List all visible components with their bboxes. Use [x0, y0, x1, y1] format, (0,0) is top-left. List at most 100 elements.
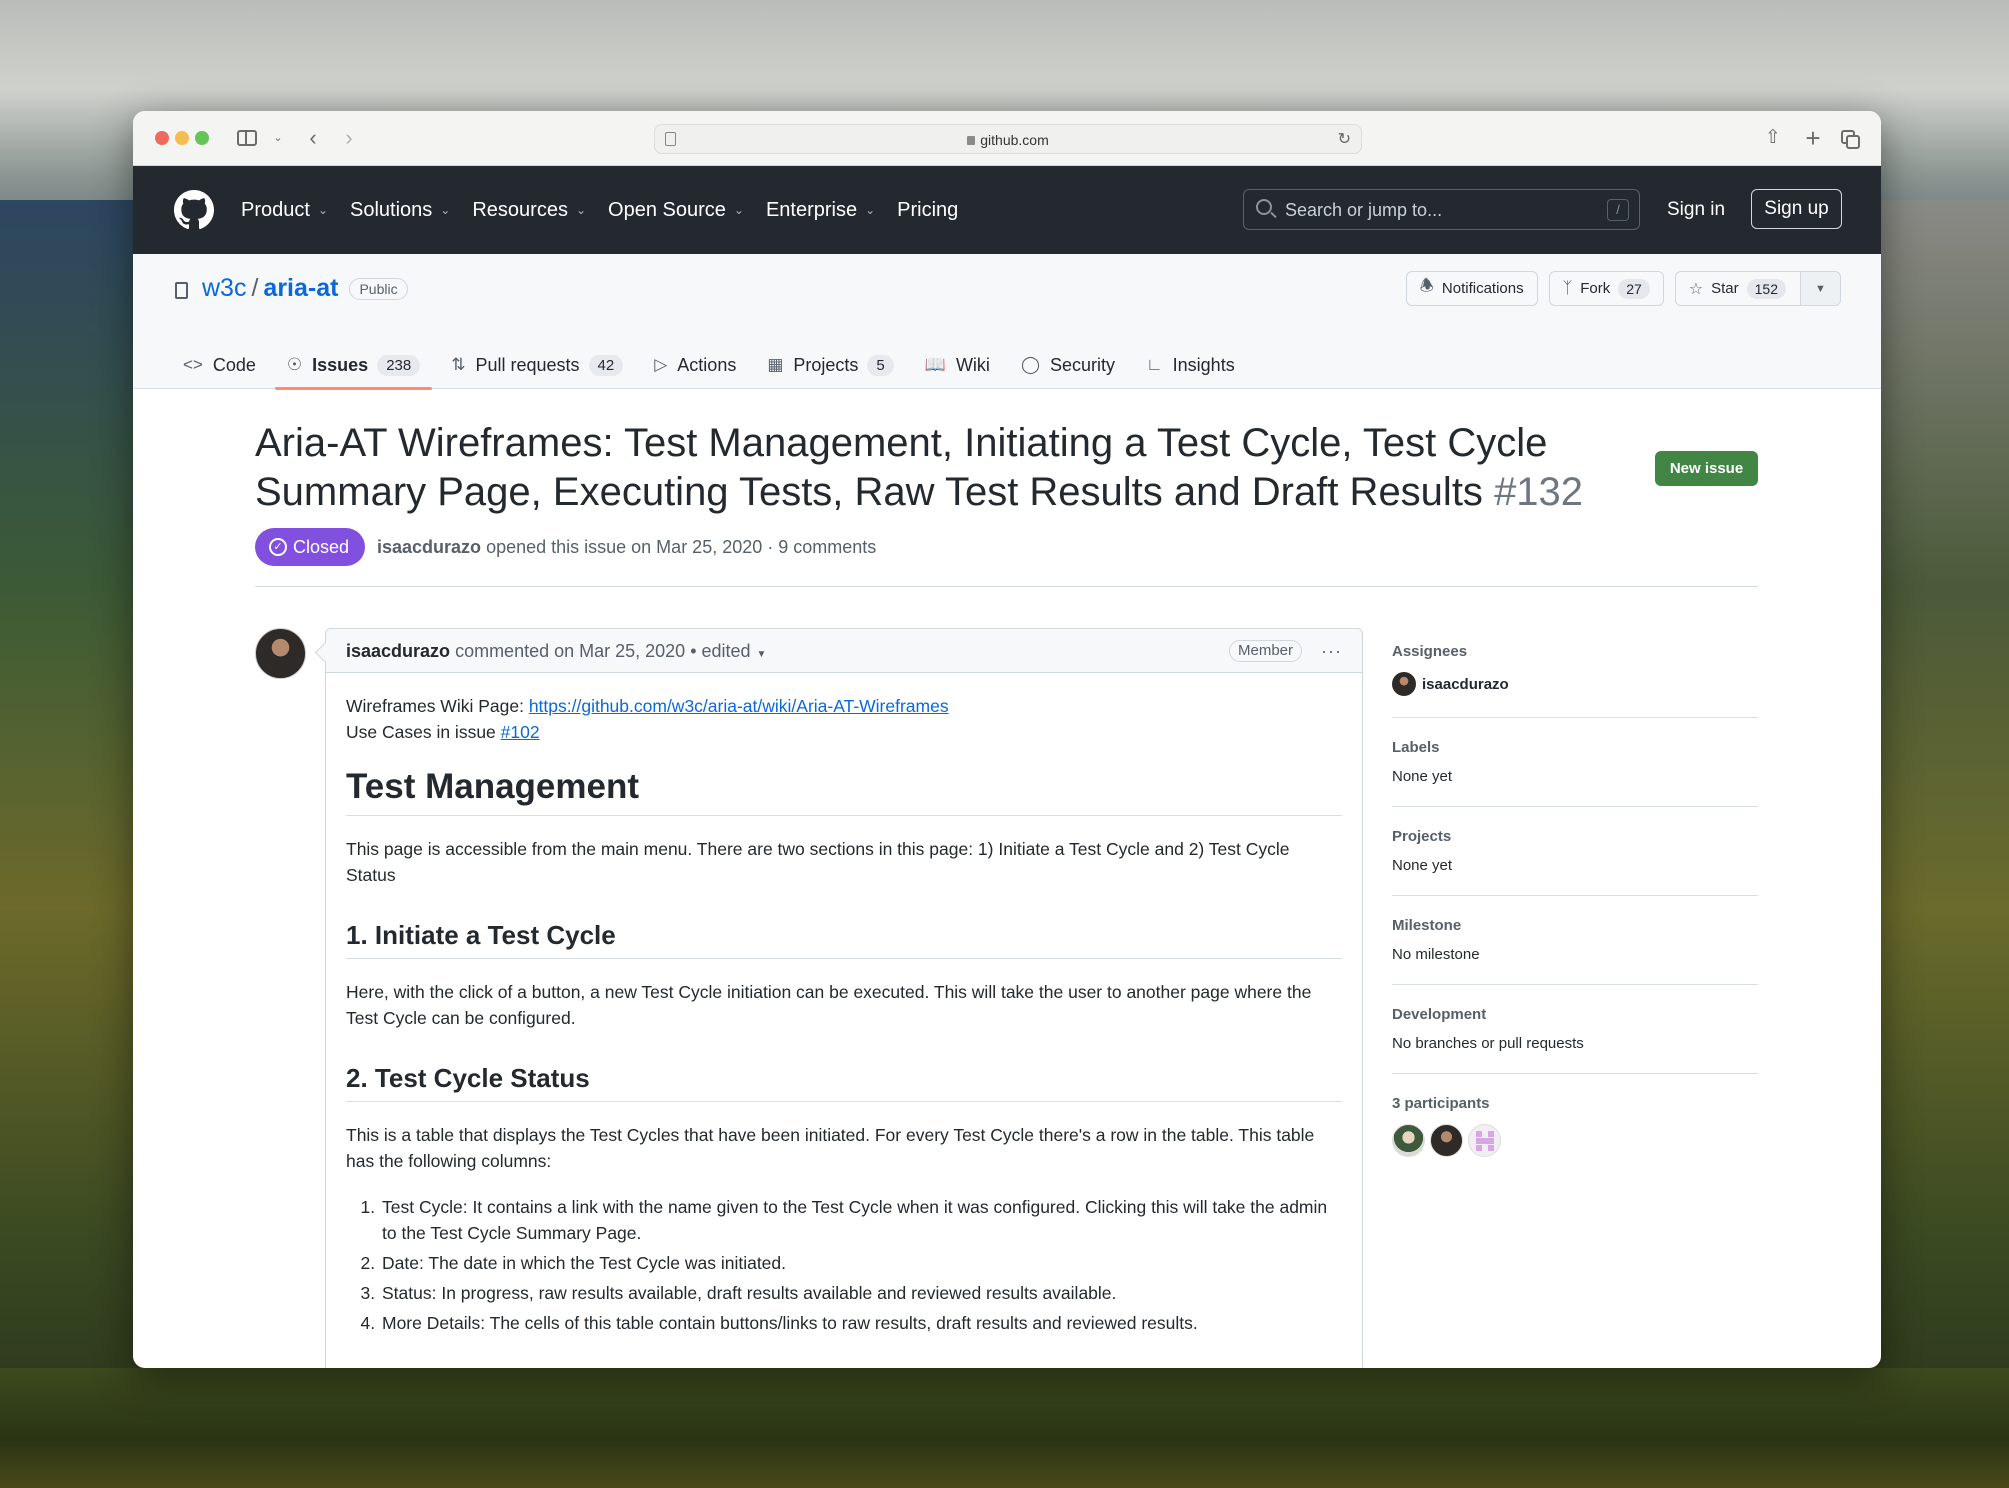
desktop-wallpaper-right	[1881, 200, 2009, 1488]
avatar[interactable]	[255, 628, 306, 679]
nav-label: Resources	[472, 198, 568, 221]
wiki-link[interactable]: https://github.com/w3c/aria-at/wiki/Aria…	[529, 696, 949, 716]
subsection-heading: 2. Test Cycle Status	[346, 1061, 1342, 1102]
projects-label: Projects	[1392, 828, 1452, 845]
new-tab-icon[interactable]: +	[1802, 125, 1824, 151]
tab-projects[interactable]: ▦ Projects 5	[755, 341, 905, 389]
tab-code[interactable]: <> Code	[171, 341, 268, 389]
list-item: More Details: The cells of this table co…	[380, 1310, 1342, 1336]
list-item: Date: The date in which the Test Cycle w…	[380, 1250, 1342, 1276]
search-shortcut-key: /	[1607, 199, 1629, 221]
tab-wiki[interactable]: 📖 Wiki	[913, 341, 1002, 389]
reload-icon[interactable]: ↻	[1338, 129, 1351, 149]
list-item: Test Cycle: It contains a link with the …	[380, 1194, 1342, 1246]
issue-sidebar: Assignees isaacdurazo Labels None yet Pr…	[1392, 643, 1758, 1199]
fork-button[interactable]: ᛉ Fork 27	[1548, 271, 1664, 306]
address-bar[interactable]: github.com ↻	[654, 124, 1362, 154]
chevron-down-icon: ⌄	[317, 203, 328, 217]
graph-icon: ∟	[1146, 355, 1163, 374]
nav-open-source[interactable]: Open Source ⌄	[608, 199, 744, 222]
tab-pull-requests[interactable]: ⇅ Pull requests 42	[439, 341, 635, 389]
avatar[interactable]	[1392, 1124, 1425, 1157]
assignees-label: Assignees	[1392, 643, 1468, 660]
tab-label: Pull requests	[475, 354, 580, 375]
tab-issues[interactable]: ☉ Issues 238	[274, 341, 433, 390]
paragraph: Here, with the click of a button, a new …	[346, 982, 1312, 1028]
issue-title: Aria-AT Wireframes: Test Management, Ini…	[255, 419, 1685, 517]
assignee[interactable]: isaacdurazo	[1392, 672, 1758, 696]
tab-count: 238	[377, 354, 421, 376]
forward-icon[interactable]: ›	[339, 125, 359, 151]
nav-label: Solutions	[350, 198, 433, 221]
repo-icon	[175, 282, 188, 299]
global-nav: Product ⌄ Solutions ⌄ Resources ⌄ Open Sour…	[241, 166, 980, 254]
star-dropdown-caret-icon[interactable]: ▼	[1800, 272, 1840, 305]
search-input[interactable]: Search or jump to... /	[1243, 189, 1640, 230]
tab-label: Issues	[312, 354, 369, 375]
minimize-window-button[interactable]	[175, 131, 189, 145]
star-button[interactable]: ☆ Star 152 ▼	[1674, 271, 1841, 306]
nav-product[interactable]: Product ⌄	[241, 199, 328, 222]
sign-in-link[interactable]: Sign in	[1667, 166, 1725, 254]
avatar[interactable]	[1430, 1124, 1463, 1157]
projects-section: Projects None yet	[1392, 828, 1758, 896]
participants-label: 3 participants	[1392, 1095, 1490, 1112]
paragraph: This is a table that displays the Test C…	[346, 1125, 1315, 1171]
section-heading: Test Management	[346, 765, 1342, 816]
comment-author-link[interactable]: isaacdurazo	[346, 641, 450, 661]
development-value: No branches or pull requests	[1392, 1035, 1584, 1052]
nav-solutions[interactable]: Solutions ⌄	[350, 199, 450, 222]
milestone-value: No milestone	[1392, 946, 1480, 963]
development-section: Development No branches or pull requests	[1392, 1006, 1758, 1074]
back-icon[interactable]: ‹	[303, 125, 323, 151]
edit-history-caret-icon[interactable]: ▼	[757, 649, 767, 660]
role-badge: Member	[1228, 640, 1302, 662]
tab-overview-icon[interactable]	[1841, 125, 1863, 151]
comment-header: isaacdurazo commented on Mar 25, 2020 • …	[326, 629, 1362, 673]
chevron-down-icon: ⌄	[865, 203, 876, 217]
nav-enterprise[interactable]: Enterprise ⌄	[766, 199, 875, 222]
sign-up-button[interactable]: Sign up	[1751, 189, 1842, 229]
avatar	[1392, 672, 1416, 696]
bell-icon: 🕭	[1419, 278, 1434, 295]
tab-security[interactable]: ◯ Security	[1009, 341, 1127, 389]
nav-pricing[interactable]: Pricing	[897, 199, 958, 222]
url-text[interactable]: github.com	[655, 125, 1361, 155]
avatar[interactable]	[1468, 1124, 1501, 1157]
code-icon: <>	[183, 355, 203, 374]
notifications-button[interactable]: 🕭 Notifications	[1405, 271, 1538, 306]
milestone-label: Milestone	[1392, 917, 1462, 934]
repo-separator: /	[251, 274, 259, 302]
close-window-button[interactable]	[155, 131, 169, 145]
tab-count: 5	[867, 354, 894, 376]
fork-icon: ᛉ	[1562, 279, 1573, 297]
chevron-down-icon: ⌄	[733, 203, 744, 217]
tab-label: Projects	[793, 354, 859, 375]
sidebar-toggle-icon[interactable]	[237, 125, 259, 151]
fork-count: 27	[1618, 278, 1650, 299]
paragraph: This page is accessible from the main me…	[346, 839, 1290, 885]
tab-insights[interactable]: ∟ Insights	[1134, 341, 1247, 389]
fork-label: Fork	[1580, 280, 1611, 297]
chevron-down-icon[interactable]: ⌄	[271, 125, 285, 151]
url-value: github.com	[980, 132, 1049, 148]
github-logo-icon[interactable]	[174, 190, 214, 230]
columns-list: Test Cycle: It contains a link with the …	[346, 1194, 1342, 1336]
comment-body: Wireframes Wiki Page: https://github.com…	[326, 673, 1362, 1336]
search-placeholder: Search or jump to...	[1285, 200, 1443, 220]
comment: isaacdurazo commented on Mar 25, 2020 • …	[325, 628, 1363, 1368]
issue-link[interactable]: #102	[501, 722, 540, 742]
tab-label: Actions	[677, 354, 737, 375]
repo-name-link[interactable]: aria-at	[263, 274, 338, 303]
new-issue-button[interactable]: New issue	[1655, 451, 1758, 486]
subsection-heading: 1. Initiate a Test Cycle	[346, 918, 1342, 959]
zoom-window-button[interactable]	[195, 131, 209, 145]
share-icon[interactable]: ⇧	[1762, 125, 1784, 151]
more-options-icon[interactable]: ···	[1321, 629, 1342, 673]
tab-actions[interactable]: ▷ Actions	[642, 341, 748, 389]
use-cases-line: Use Cases in issue #102	[346, 719, 1342, 745]
repo-owner-link[interactable]: w3c	[202, 274, 246, 303]
nav-resources[interactable]: Resources ⌄	[472, 199, 586, 222]
issue-author-link[interactable]: isaacdurazo	[377, 537, 481, 557]
git-pull-request-icon: ⇅	[451, 355, 466, 374]
